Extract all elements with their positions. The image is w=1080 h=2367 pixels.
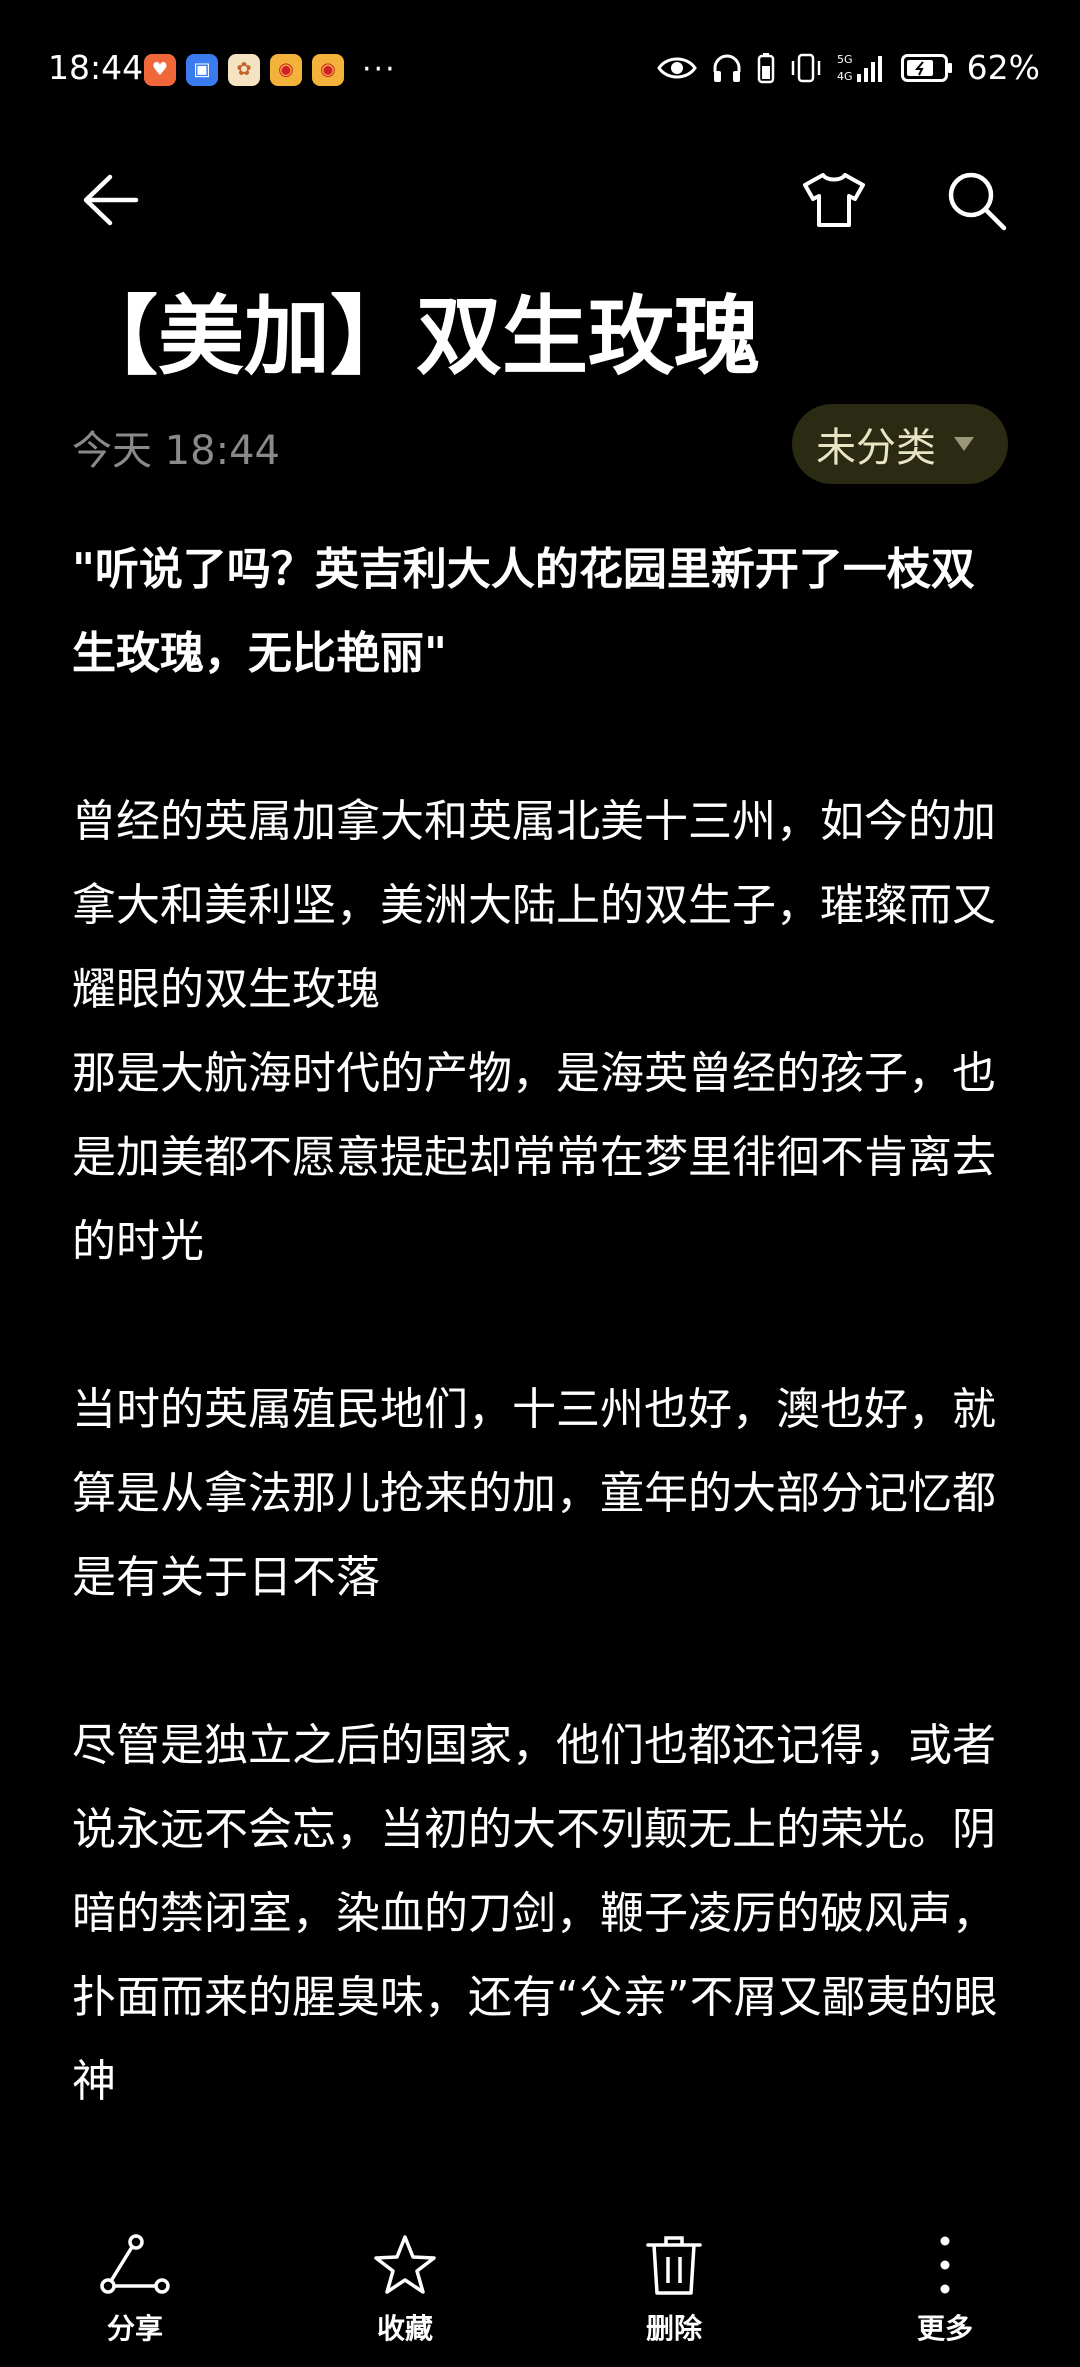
note-title[interactable]: 【美加】双生玫瑰 [72, 282, 760, 392]
caret-down-icon [954, 437, 974, 451]
share-icon [100, 2234, 170, 2294]
note-paragraph: 尽管是独立之后的国家，他们也都还记得，或者说永远不会忘，当初的大不列颠无上的荣光… [72, 1720, 998, 2107]
eye-icon [656, 57, 697, 78]
vibrate-icon [791, 53, 820, 82]
note-paragraph: "听说了吗？英吉利大人的花园里新开了一枝双生玫瑰，无比艳丽" [72, 544, 975, 679]
back-arrow-icon [83, 174, 139, 226]
more-notifications-icon: ··· [362, 52, 397, 87]
status-indicators: 5G 4G 62% [656, 48, 1040, 87]
svg-text:5G: 5G [837, 53, 853, 66]
weibo-icon: ◉ [270, 53, 302, 86]
signal-5g-icon: 5G 4G [837, 53, 882, 83]
notification-icons: ♥ ▣ ✿ ◉ ◉ ··· [144, 52, 397, 87]
delete-label: 删除 [645, 2312, 702, 2345]
tshirt-icon [803, 173, 865, 227]
more-button[interactable]: 更多 [865, 2225, 1025, 2347]
category-selector[interactable]: 未分类 [792, 404, 1008, 484]
app-icon: ✿ [228, 53, 260, 86]
contacts-icon: ▣ [186, 53, 218, 86]
search-button[interactable] [936, 160, 1016, 240]
headset-battery-icon [757, 52, 774, 83]
note-paragraph: 那是大航海时代的产物，是海英曾经的孩子，也是加美都不愿意提起却常常在梦里徘徊不肯… [72, 1048, 996, 1267]
category-label: 未分类 [816, 425, 936, 471]
share-label: 分享 [106, 2312, 163, 2345]
shopping-icon: ♥ [144, 53, 176, 86]
note-date: 今天 18:44 [72, 428, 280, 474]
note-meta: 今天 18:44 未分类 [72, 404, 1008, 484]
note-toolbar [0, 160, 1080, 270]
back-button[interactable] [70, 160, 150, 240]
weibo-icon: ◉ [312, 53, 344, 86]
battery-icon [900, 53, 952, 82]
share-button[interactable]: 分享 [55, 2225, 215, 2347]
trash-icon [646, 2236, 702, 2295]
favorite-label: 收藏 [376, 2312, 433, 2345]
headphones-icon [713, 54, 741, 82]
status-bar: 18:44 ♥ ▣ ✿ ◉ ◉ ··· 5G 4G 62% [0, 0, 1080, 140]
search-icon [948, 172, 1007, 231]
note-paragraph: 曾经的英属加拿大和英属北美十三州，如今的加拿大和美利坚，美洲大陆上的双生子，璀璨… [72, 796, 996, 1015]
status-time: 18:44 [48, 48, 144, 87]
favorite-button[interactable]: 收藏 [325, 2225, 485, 2347]
bottom-action-bar: 分享 收藏 删除 更多 [0, 2217, 1080, 2367]
note-paragraph: 当时的英属殖民地们，十三州也好，澳也好，就算是从拿法那儿抢来的加，童年的大部分记… [72, 1384, 996, 1603]
delete-button[interactable]: 删除 [594, 2225, 754, 2347]
theme-button[interactable] [794, 160, 874, 240]
battery-percent: 62% [966, 48, 1040, 87]
more-label: 更多 [916, 2312, 973, 2345]
svg-text:4G: 4G [837, 70, 853, 83]
note-body[interactable]: "听说了吗？英吉利大人的花园里新开了一枝双生玫瑰，无比艳丽" 曾经的英属加拿大和… [72, 528, 1012, 2208]
star-icon [374, 2235, 436, 2294]
more-vertical-icon [940, 2236, 950, 2294]
